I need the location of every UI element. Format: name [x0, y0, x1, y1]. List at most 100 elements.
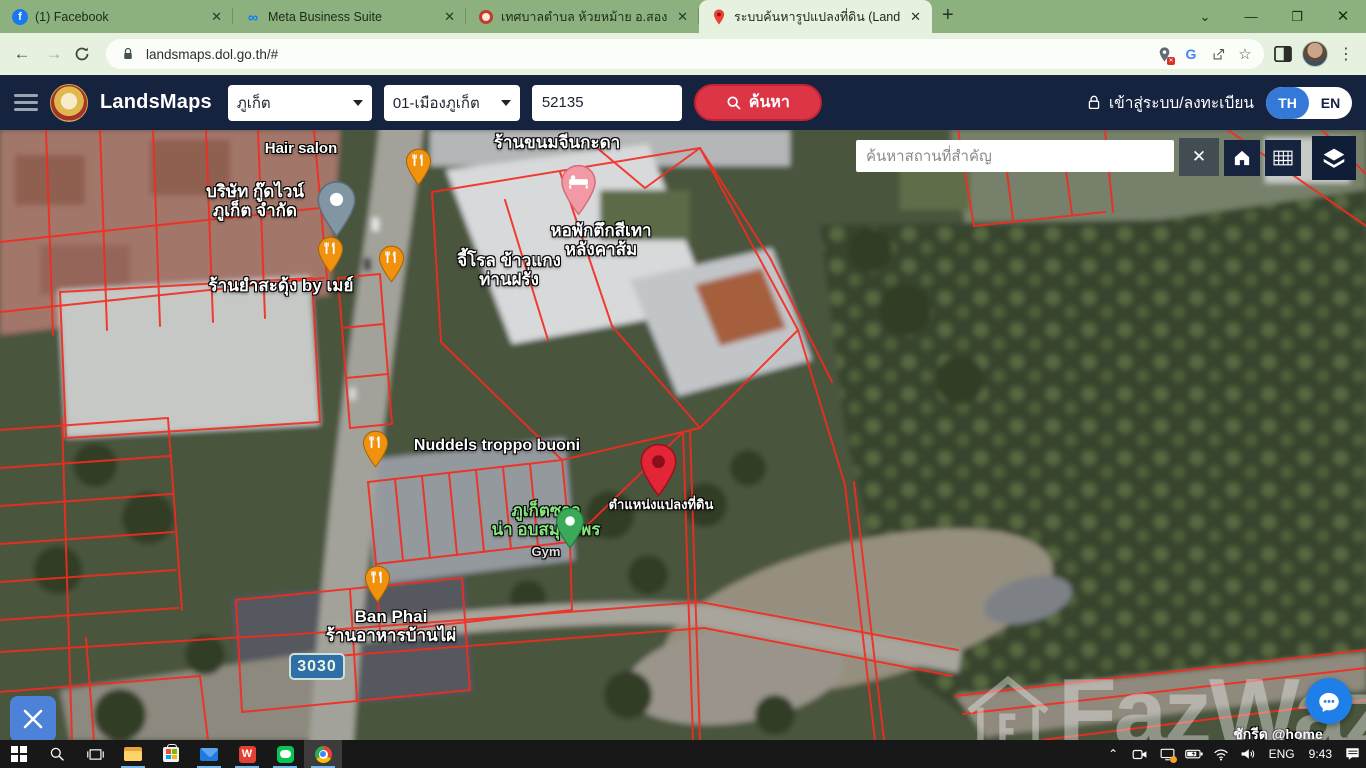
- close-window-button[interactable]: ✕: [1320, 0, 1366, 33]
- update-badge: [1170, 756, 1177, 763]
- province-select[interactable]: ภูเก็ต: [228, 85, 372, 121]
- chrome-icon: [315, 746, 332, 763]
- measure-tools-icon: [20, 706, 46, 732]
- lock-icon[interactable]: [119, 45, 137, 63]
- tab-title: Meta Business Suite: [268, 10, 434, 24]
- google-icon[interactable]: G: [1182, 45, 1200, 63]
- chat-button[interactable]: [1306, 678, 1352, 724]
- browser-toolbar: ← → landsmaps.dol.go.th/# ✕ G ☆ ⋮: [0, 33, 1366, 75]
- language-indicator[interactable]: ENG: [1262, 747, 1302, 761]
- tab-title: ระบบค้นหารูปแปลงที่ดิน (LandsMaps: [734, 7, 900, 27]
- grid-button[interactable]: [1265, 140, 1301, 176]
- parcel-number-input[interactable]: [532, 85, 682, 121]
- restore-button[interactable]: ❐: [1274, 0, 1320, 33]
- measure-tool-button[interactable]: [10, 696, 56, 740]
- tab-municipality[interactable]: เทศบาลตำบล ห้วยหม้าย อ.สอง จ.แพร ✕: [466, 0, 699, 33]
- map-pin-icon: [711, 9, 727, 25]
- district-value: 01-เมืองภูเก็ต: [393, 91, 480, 115]
- task-view-icon: [87, 747, 104, 762]
- wifi-icon: [1213, 748, 1229, 761]
- microsoft-store-button[interactable]: [152, 740, 190, 768]
- search-button[interactable]: ค้นหา: [694, 84, 822, 121]
- tab-landsmaps-active[interactable]: ระบบค้นหารูปแปลงที่ดิน (LandsMaps ✕: [699, 0, 932, 33]
- task-view-button[interactable]: [76, 740, 114, 768]
- new-tab-button[interactable]: +: [932, 4, 968, 33]
- lock-icon: [1086, 94, 1102, 111]
- chat-bubble-icon: [1316, 688, 1342, 714]
- browser-menu-icon[interactable]: ⋮: [1336, 44, 1356, 64]
- tab-meta-business[interactable]: ∞ Meta Business Suite ✕: [233, 0, 466, 33]
- browser-tab-bar: f (1) Facebook ✕ ∞ Meta Business Suite ✕…: [0, 0, 1366, 33]
- tray-expand-button[interactable]: ⌃: [1100, 740, 1127, 768]
- chevron-down-icon: [501, 100, 511, 106]
- meta-icon: ∞: [245, 9, 261, 25]
- wifi-button[interactable]: [1208, 740, 1235, 768]
- close-icon[interactable]: ✕: [907, 9, 924, 25]
- start-button[interactable]: [0, 740, 38, 768]
- menu-hamburger-icon[interactable]: [14, 94, 38, 111]
- wps-office-button[interactable]: W: [228, 740, 266, 768]
- system-tray: ⌃ ENG 9:43: [1100, 740, 1366, 768]
- battery-button[interactable]: [1181, 740, 1208, 768]
- minimize-button[interactable]: —: [1228, 0, 1274, 33]
- lang-th-button[interactable]: TH: [1266, 87, 1309, 119]
- camera-icon: [1132, 748, 1148, 761]
- clock[interactable]: 9:43: [1302, 747, 1339, 761]
- district-select[interactable]: 01-เมืองภูเก็ต: [384, 85, 520, 121]
- windows-update-button[interactable]: [1154, 740, 1181, 768]
- layers-button[interactable]: [1312, 136, 1356, 180]
- home-icon: [1232, 148, 1252, 168]
- home-button[interactable]: [1224, 140, 1260, 176]
- close-icon[interactable]: ✕: [441, 9, 458, 25]
- speaker-icon: [1240, 747, 1256, 761]
- map-viewport[interactable]: Hair salonร้านขนมจีนกะดาบริษัท กู๊ดไวน์ภ…: [0, 130, 1366, 740]
- windows-taskbar: W ⌃ ENG 9:43: [0, 740, 1366, 768]
- tab-search-icon[interactable]: ⌄: [1182, 0, 1228, 33]
- clear-search-button[interactable]: ✕: [1179, 138, 1219, 176]
- windows-logo-icon: [11, 746, 27, 762]
- action-center-button[interactable]: [1339, 740, 1366, 768]
- tab-title: เทศบาลตำบล ห้วยหม้าย อ.สอง จ.แพร: [501, 7, 667, 27]
- address-bar[interactable]: landsmaps.dol.go.th/# ✕ G ☆: [106, 39, 1264, 69]
- reload-icon[interactable]: [74, 46, 98, 62]
- blocked-badge: ✕: [1167, 57, 1175, 65]
- layers-icon: [1322, 146, 1346, 170]
- battery-icon: [1185, 748, 1203, 760]
- line-icon: [277, 746, 294, 763]
- bookmark-star-icon[interactable]: ☆: [1236, 45, 1254, 63]
- facebook-icon: f: [12, 9, 28, 25]
- taskbar-search-button[interactable]: [38, 740, 76, 768]
- wps-icon: W: [239, 746, 256, 763]
- search-icon: [726, 95, 742, 111]
- place-search-input[interactable]: [856, 140, 1174, 172]
- close-icon[interactable]: ✕: [674, 9, 691, 25]
- lang-en-button[interactable]: EN: [1309, 87, 1352, 119]
- share-icon[interactable]: [1209, 45, 1227, 63]
- volume-button[interactable]: [1235, 740, 1262, 768]
- extension-pin-icon[interactable]: ✕: [1155, 45, 1173, 63]
- side-panel-icon[interactable]: [1272, 43, 1294, 65]
- forward-icon[interactable]: →: [42, 44, 66, 64]
- tab-facebook[interactable]: f (1) Facebook ✕: [0, 0, 233, 33]
- grid-icon: [1273, 150, 1293, 166]
- search-icon: [49, 746, 65, 762]
- login-register-link[interactable]: เข้าสู่ระบบ/ลงทะเบียน: [1086, 90, 1254, 115]
- route-shield: 3030: [289, 653, 345, 680]
- map-satellite-layer: [0, 130, 1366, 740]
- profile-avatar[interactable]: [1302, 41, 1328, 67]
- chrome-button[interactable]: [304, 740, 342, 768]
- mail-button[interactable]: [190, 740, 228, 768]
- login-label: เข้าสู่ระบบ/ลงทะเบียน: [1109, 90, 1254, 115]
- meet-now-button[interactable]: [1127, 740, 1154, 768]
- search-button-label: ค้นหา: [749, 90, 790, 115]
- close-icon[interactable]: ✕: [208, 9, 225, 25]
- url-text: landsmaps.dol.go.th/#: [146, 47, 1146, 62]
- landsmaps-navbar: LandsMaps ภูเก็ต 01-เมืองภูเก็ต ค้นหา เข…: [0, 75, 1366, 130]
- brand-title: LandsMaps: [100, 91, 212, 114]
- chevron-down-icon: [353, 100, 363, 106]
- back-icon[interactable]: ←: [10, 44, 34, 64]
- folder-icon: [124, 747, 142, 761]
- line-app-button[interactable]: [266, 740, 304, 768]
- file-explorer-button[interactable]: [114, 740, 152, 768]
- language-toggle: TH EN: [1266, 87, 1352, 119]
